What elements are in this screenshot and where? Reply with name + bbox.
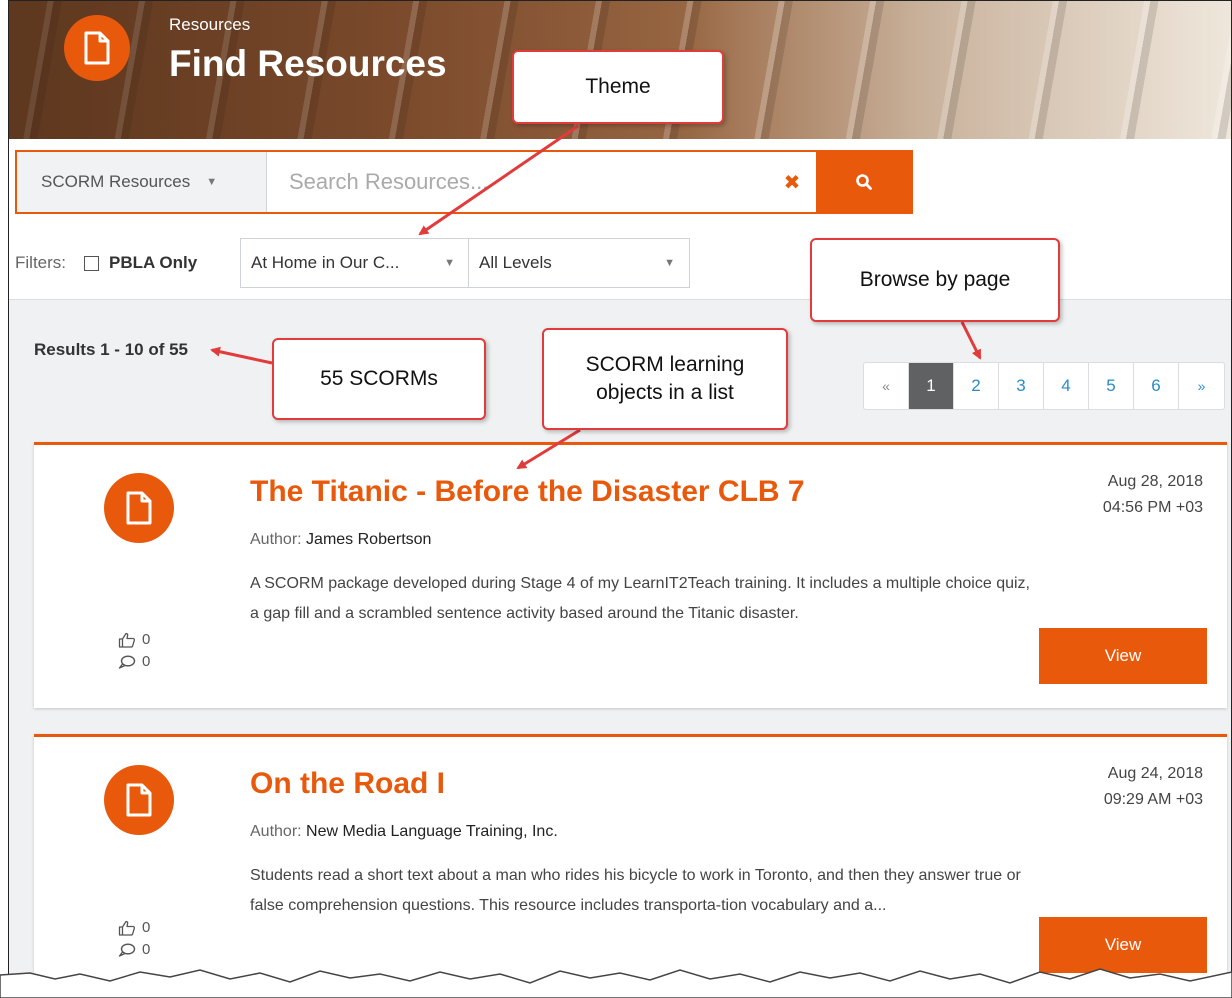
page-prev[interactable]: «	[864, 363, 909, 409]
caret-down-icon: ▼	[206, 176, 218, 188]
author-label: Author:	[250, 823, 302, 840]
author-name: James Robertson	[306, 531, 432, 548]
comment-count: 0	[118, 651, 150, 673]
search-input[interactable]	[267, 152, 768, 212]
like-count-value: 0	[142, 919, 151, 936]
level-value: All Levels	[479, 253, 552, 272]
list-callout: SCORM learning objects in a list	[542, 328, 788, 430]
like-count-value: 0	[142, 631, 151, 648]
resource-date-day: Aug 28, 2018	[1107, 473, 1203, 490]
page-next[interactable]: »	[1179, 363, 1224, 409]
list-callout-line2: objects in a list	[596, 381, 734, 404]
thumbs-up-icon	[118, 920, 136, 936]
page-title: Find Resources	[169, 43, 447, 84]
filters-label: Filters:	[15, 253, 66, 272]
document-icon	[104, 473, 174, 543]
resource-date-time: 09:29 AM +03	[1103, 791, 1203, 808]
comment-icon	[118, 655, 136, 669]
resource-author: Author: James Robertson	[250, 531, 431, 549]
thumbs-up-icon	[118, 632, 136, 648]
page-2[interactable]: 2	[954, 363, 999, 409]
resource-author: Author: New Media Language Training, Inc…	[250, 823, 558, 841]
like-count: 0	[118, 629, 150, 651]
search-button[interactable]	[816, 152, 911, 212]
breadcrumb[interactable]: Resources	[169, 15, 250, 35]
resource-date: Aug 24, 2018 09:29 AM +03	[1043, 761, 1203, 813]
search-bar: SCORM Resources ▼ ✖	[15, 150, 913, 214]
page-1[interactable]: 1	[909, 363, 954, 409]
resource-date-day: Aug 24, 2018	[1107, 765, 1203, 782]
document-icon	[104, 765, 174, 835]
results-summary: Results 1 - 10 of 55	[34, 340, 189, 359]
resource-type-label: SCORM Resources	[41, 172, 191, 191]
caret-down-icon: ▼	[444, 257, 455, 269]
resource-date-time: 04:56 PM +03	[1102, 499, 1203, 516]
resource-description: A SCORM package developed during Stage 4…	[250, 575, 1030, 622]
resource-description: Students read a short text about a man w…	[250, 867, 1021, 914]
author-label: Author:	[250, 531, 302, 548]
resource-title[interactable]: On the Road I	[250, 767, 445, 801]
pagination: « 1 2 3 4 5 6 »	[863, 362, 1225, 410]
theme-select[interactable]: At Home in Our C... ▼	[240, 238, 470, 288]
page-3[interactable]: 3	[999, 363, 1044, 409]
list-callout-line1: SCORM learning	[585, 353, 745, 376]
count-callout: 55 SCORMs	[272, 338, 486, 420]
pbla-checkbox[interactable]	[84, 255, 99, 271]
like-count: 0	[118, 917, 150, 939]
pbla-only-filter[interactable]: PBLA Only	[84, 253, 197, 273]
resource-stats: 0 0	[118, 629, 150, 673]
caret-down-icon: ▼	[664, 257, 675, 269]
clear-search-button[interactable]: ✖	[768, 152, 816, 212]
resource-type-select[interactable]: SCORM Resources ▼	[17, 152, 267, 212]
page-4[interactable]: 4	[1044, 363, 1089, 409]
torn-edge	[0, 968, 1232, 998]
close-icon: ✖	[783, 171, 801, 194]
browse-callout: Browse by page	[810, 238, 1060, 322]
level-select[interactable]: All Levels ▼	[468, 238, 690, 288]
document-icon	[64, 15, 130, 81]
search-icon	[855, 174, 872, 190]
theme-callout: Theme	[512, 50, 724, 124]
resource-card: The Titanic - Before the Disaster CLB 7 …	[34, 442, 1227, 708]
page-frame: Resources Find Resources SCORM Resources…	[8, 0, 1232, 998]
theme-value: At Home in Our C...	[251, 253, 400, 272]
comment-count-value: 0	[142, 653, 151, 670]
author-name: New Media Language Training, Inc.	[306, 823, 558, 840]
page-6[interactable]: 6	[1134, 363, 1179, 409]
resource-title[interactable]: The Titanic - Before the Disaster CLB 7	[250, 475, 805, 509]
resource-date: Aug 28, 2018 04:56 PM +03	[1043, 469, 1203, 521]
pbla-label: PBLA Only	[109, 253, 198, 272]
page-5[interactable]: 5	[1089, 363, 1134, 409]
view-button[interactable]: View	[1039, 628, 1207, 684]
